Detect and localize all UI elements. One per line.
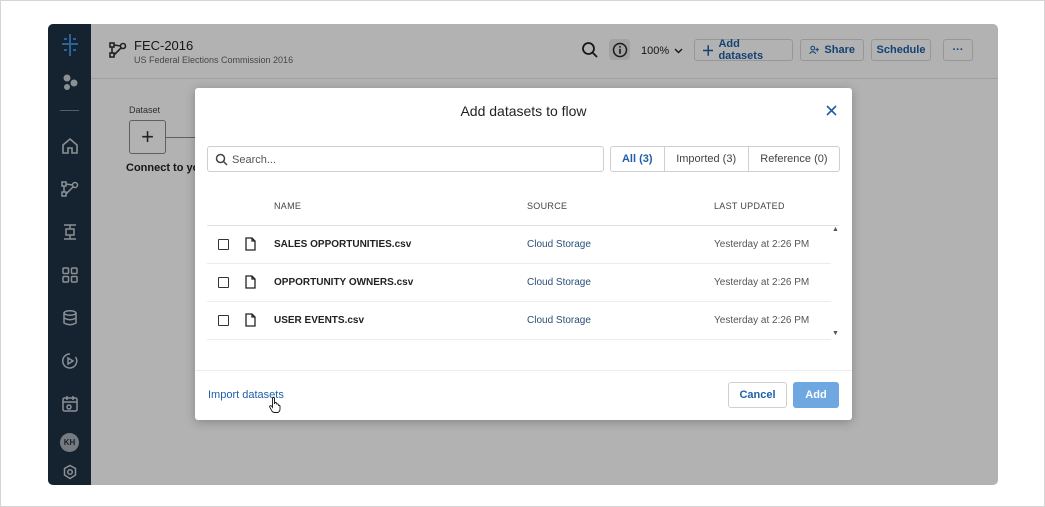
filter-reference[interactable]: Reference (0) [749,147,839,171]
app-window: KH FEC-2016 US Federal Elections Commiss… [48,24,998,485]
hand-cursor-icon [269,397,281,418]
dataset-name: SALES OPPORTUNITIES.csv [274,239,412,250]
file-icon [245,237,256,256]
footer-divider [195,370,852,371]
dataset-source: Cloud Storage [527,315,591,326]
column-header-last-updated[interactable]: LAST UPDATED [714,201,785,211]
search-icon [215,153,228,171]
close-icon[interactable] [825,104,838,117]
dataset-search-box [207,146,604,172]
scroll-down-arrow-icon[interactable]: ▼ [832,330,839,337]
add-datasets-dialog: Add datasets to flow All (3) Imported (3… [195,88,852,420]
add-button[interactable]: Add [793,382,839,408]
filter-all[interactable]: All (3) [611,147,665,171]
dataset-updated: Yesterday at 2:26 PM [714,239,810,250]
dataset-name: OPPORTUNITY OWNERS.csv [274,277,414,288]
search-input[interactable] [232,151,592,168]
dataset-source: Cloud Storage [527,277,591,288]
filter-imported[interactable]: Imported (3) [665,147,749,171]
row-checkbox[interactable] [218,277,229,288]
column-header-source[interactable]: SOURCE [527,201,567,211]
table-row[interactable]: USER EVENTS.csv Cloud Storage Yesterday … [207,302,831,340]
table-row[interactable]: SALES OPPORTUNITIES.csv Cloud Storage Ye… [207,226,831,264]
file-icon [245,313,256,332]
file-icon [245,275,256,294]
dataset-updated: Yesterday at 2:26 PM [714,315,810,326]
source-filter-tabs: All (3) Imported (3) Reference (0) [610,146,840,172]
dataset-updated: Yesterday at 2:26 PM [714,277,810,288]
dataset-name: USER EVENTS.csv [274,315,365,326]
dialog-title: Add datasets to flow [460,103,587,119]
dataset-source: Cloud Storage [527,239,591,250]
row-checkbox[interactable] [218,315,229,326]
cancel-button[interactable]: Cancel [728,382,787,408]
row-checkbox[interactable] [218,239,229,250]
column-header-name[interactable]: NAME [274,201,301,211]
table-row[interactable]: OPPORTUNITY OWNERS.csv Cloud Storage Yes… [207,264,831,302]
scroll-up-arrow-icon[interactable]: ▲ [832,226,839,233]
screenshot-frame: KH FEC-2016 US Federal Elections Commiss… [0,0,1045,507]
